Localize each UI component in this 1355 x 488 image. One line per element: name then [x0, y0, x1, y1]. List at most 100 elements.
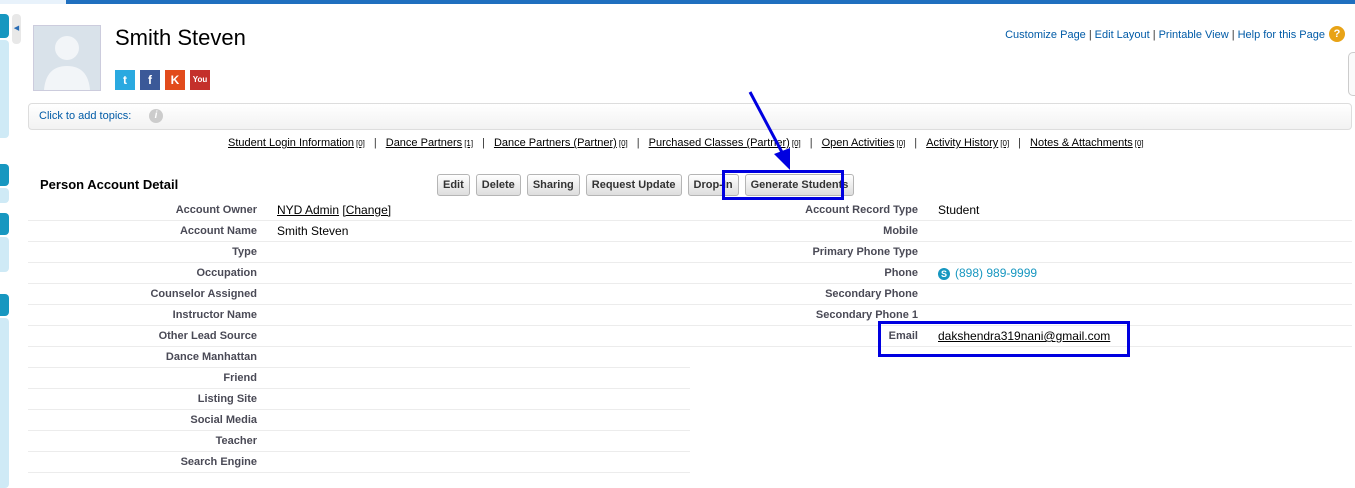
separator: |: [809, 137, 813, 149]
related-link-label: Dance Partners (Partner): [493, 137, 617, 149]
detail-row: Occupation: [28, 263, 690, 284]
separator: |: [636, 137, 640, 149]
sidebar-panel: [0, 40, 9, 138]
field-label: Teacher: [215, 435, 257, 447]
help-icon[interactable]: ?: [1329, 26, 1345, 42]
related-link[interactable]: Notes & Attachments [0]: [1030, 137, 1144, 149]
field-label: Primary Phone Type: [812, 246, 918, 258]
related-link-label: Dance Partners: [385, 137, 463, 149]
field-label: Account Record Type: [805, 204, 918, 216]
field-label: Secondary Phone: [825, 288, 918, 300]
detail-row: Social Media: [28, 410, 690, 431]
detail-row: Account Record Type Student: [690, 200, 1352, 221]
detail-row: Account Owner NYD Admin [Change]: [28, 200, 690, 221]
detail-row: Primary Phone Type: [690, 242, 1352, 263]
field-value: S (898) 989-9999: [938, 266, 1037, 280]
scroll-handle[interactable]: [1348, 52, 1355, 96]
printable-view-link[interactable]: Printable View: [1159, 29, 1229, 41]
detail-row: Mobile: [690, 221, 1352, 242]
detail-row: Secondary Phone: [690, 284, 1352, 305]
field-label: Social Media: [190, 414, 257, 426]
collapse-sidebar-button[interactable]: ◀: [12, 14, 21, 44]
detail-row: Dance Manhattan: [28, 347, 690, 368]
related-list-links: Student Login Information [0] | Dance Partn…: [228, 137, 1144, 149]
detail-row: Teacher: [28, 431, 690, 452]
field-value: Student: [938, 203, 980, 217]
field-label: Listing Site: [197, 393, 257, 405]
related-link[interactable]: Open Activities [0]: [822, 137, 906, 149]
field-label: Type: [232, 246, 257, 258]
phone-link[interactable]: (898) 989-9999: [955, 266, 1037, 280]
sidebar-panel: [0, 318, 9, 488]
detail-row: Instructor Name: [28, 305, 690, 326]
related-link-label: Open Activities: [821, 137, 895, 149]
sidebar-tab[interactable]: [0, 14, 9, 38]
detail-row: Search Engine: [28, 452, 690, 473]
separator: |: [914, 137, 918, 149]
sidebar-tab[interactable]: [0, 213, 9, 235]
twitter-icon[interactable]: t: [115, 70, 135, 90]
separator: |: [373, 137, 377, 149]
sidebar-panel: [0, 237, 9, 272]
detail-row: Listing Site: [28, 389, 690, 410]
detail-row: Account Name Smith Steven: [28, 221, 690, 242]
field-label: Secondary Phone 1: [815, 309, 918, 321]
edit-layout-link[interactable]: Edit Layout: [1095, 29, 1150, 41]
annotation-box: [722, 170, 844, 200]
field-label: Occupation: [196, 267, 257, 279]
related-link[interactable]: Dance Partners (Partner) [0]: [494, 137, 628, 149]
change-owner-link[interactable]: [Change]: [342, 203, 391, 217]
detail-row: Other Lead Source: [28, 326, 690, 347]
page-title: Smith Steven: [115, 25, 246, 50]
field-label: Counselor Assigned: [150, 288, 257, 300]
related-link-count: [0]: [355, 139, 365, 148]
related-link-count: [1]: [464, 139, 474, 148]
customize-page-link[interactable]: Customize Page: [1005, 29, 1086, 41]
field-value: NYD Admin [Change]: [277, 203, 391, 217]
separator: |: [482, 137, 485, 149]
facebook-icon[interactable]: f: [140, 70, 160, 90]
sharing-button[interactable]: Sharing: [526, 174, 580, 196]
active-tab[interactable]: [0, 0, 66, 4]
skype-icon[interactable]: S: [938, 268, 950, 280]
field-value: Smith Steven: [277, 224, 349, 238]
field-label: Phone: [884, 267, 918, 279]
related-link-count: [0]: [1134, 139, 1144, 148]
help-link[interactable]: Help for this Page: [1238, 29, 1325, 41]
field-label: Instructor Name: [172, 309, 257, 321]
add-topics-label[interactable]: Click to add topics:: [39, 110, 131, 122]
edit-button[interactable]: Edit: [437, 174, 470, 196]
related-link[interactable]: Dance Partners [1]: [386, 137, 473, 149]
klout-icon[interactable]: K: [165, 70, 185, 90]
annotation-arrow: [748, 91, 790, 170]
youtube-icon[interactable]: You: [190, 70, 210, 90]
field-label: Account Name: [179, 225, 257, 237]
detail-row: Friend: [28, 368, 690, 389]
sidebar-panel: [0, 188, 9, 203]
related-link-count: [0]: [896, 139, 906, 148]
related-link-label: Notes & Attachments: [1030, 137, 1133, 149]
request-update-button[interactable]: Request Update: [585, 174, 682, 196]
detail-row: Phone S (898) 989-9999: [690, 263, 1352, 284]
owner-link[interactable]: NYD Admin: [277, 203, 339, 217]
top-links: Customize Page | Edit Layout | Printable Vie…: [1005, 29, 1325, 41]
field-label: Other Lead Source: [158, 330, 257, 342]
separator: |: [1018, 137, 1022, 149]
field-label: Friend: [223, 372, 257, 384]
sidebar-tab[interactable]: [0, 164, 9, 186]
annotation-box: [878, 321, 1130, 357]
info-icon[interactable]: i: [149, 109, 163, 123]
top-bar: [0, 0, 1355, 4]
sidebar-tab[interactable]: [0, 294, 9, 316]
avatar: [33, 25, 101, 91]
field-label: Mobile: [883, 225, 918, 237]
section-title: Person Account Detail: [40, 177, 179, 192]
related-link-label: Student Login Information: [228, 137, 354, 149]
field-label: Search Engine: [180, 456, 257, 468]
delete-button[interactable]: Delete: [475, 174, 521, 196]
topics-bar[interactable]: Click to add topics: i: [28, 103, 1352, 130]
related-link[interactable]: Student Login Information [0]: [228, 137, 365, 149]
detail-row: Type: [28, 242, 690, 263]
detail-row: Counselor Assigned: [28, 284, 690, 305]
related-link[interactable]: Activity History [0]: [926, 137, 1009, 149]
